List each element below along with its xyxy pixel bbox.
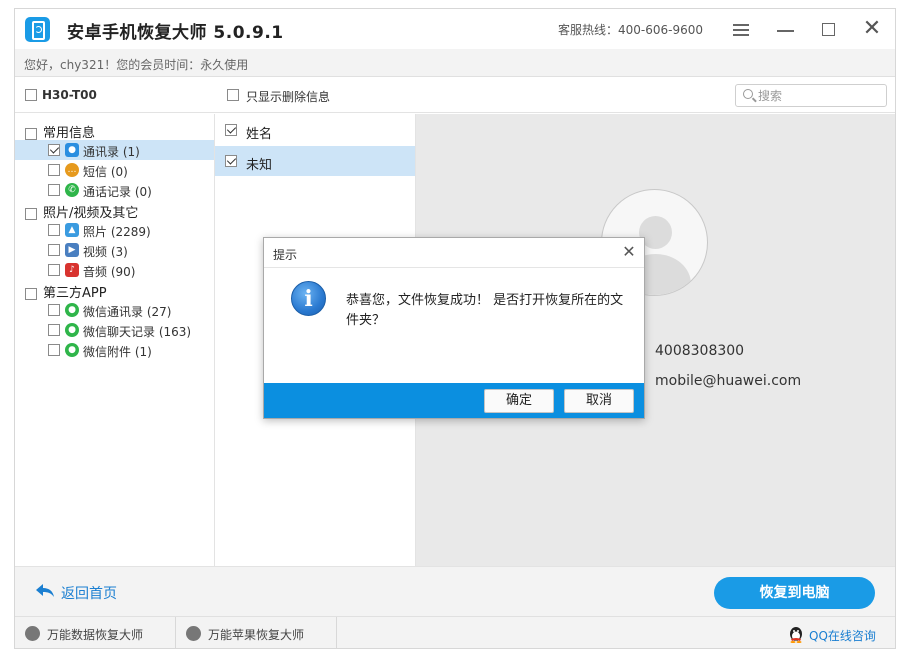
recover-to-pc-button[interactable]: 恢复到电脑 (714, 577, 875, 609)
tree-item-call-log[interactable]: ✆ 通话记录 (0) (15, 180, 214, 200)
contacts-icon: ● (65, 143, 79, 157)
tree-item-wechat-contacts[interactable]: ● 微信通讯录 (27) (15, 300, 214, 320)
tree-item-audio[interactable]: ♪ 音频 (90) (15, 260, 214, 280)
cancel-button[interactable]: 取消 (564, 389, 634, 413)
column-header: 姓名 (246, 127, 273, 142)
qq-penguin-icon (790, 627, 802, 643)
tree-group-media[interactable]: 照片/视频及其它 (25, 202, 138, 222)
item-label: 微信附件 (1) (83, 345, 152, 359)
hotline-text: 客服热线：400-606-9600 (558, 23, 704, 37)
show-deleted-checkbox[interactable] (227, 89, 239, 101)
list-item[interactable]: 未知 (215, 146, 415, 176)
maximize-icon[interactable] (819, 19, 839, 39)
item-checkbox[interactable] (48, 224, 60, 236)
minimize-icon[interactable] (775, 19, 795, 39)
select-all-checkbox[interactable] (225, 124, 237, 136)
group-label: 照片/视频及其它 (43, 206, 139, 221)
item-label: 照片 (2289) (83, 225, 151, 239)
item-label: 音频 (90) (83, 265, 136, 279)
item-checkbox[interactable] (48, 164, 60, 176)
title-bar: 安卓手机恢复大师 5.0.9.1 客服热线：400-606-9600 ✕ (15, 9, 895, 49)
group-checkbox[interactable] (25, 287, 37, 300)
contact-email: mobile@huawei.com (655, 373, 802, 389)
item-label: 微信聊天记录 (163) (83, 325, 192, 339)
photo-icon: ▲ (65, 223, 79, 237)
item-label: 通话记录 (0) (83, 185, 152, 199)
item-label: 通讯录 (1) (83, 145, 140, 159)
item-label: 视频 (3) (83, 245, 128, 259)
device-name: H30-T00 (42, 88, 97, 102)
ok-button[interactable]: 确定 (484, 389, 554, 413)
call-log-icon: ✆ (65, 183, 79, 197)
tree-group-third-party[interactable]: 第三方APP (25, 282, 107, 302)
back-home-label: 返回首页 (61, 586, 117, 602)
footer: 万能数据恢复大师 万能苹果恢复大师 QQ在线咨询 (15, 616, 895, 648)
footer-tab-label: 万能苹果恢复大师 (208, 628, 305, 642)
audio-icon: ♪ (65, 263, 79, 277)
item-checkbox[interactable] (48, 144, 60, 156)
sms-icon: … (65, 163, 79, 177)
tree-group-common[interactable]: 常用信息 (25, 122, 95, 142)
apple-icon (186, 626, 201, 641)
menu-icon[interactable] (731, 19, 751, 39)
wechat-icon: ● (65, 343, 79, 357)
wechat-icon: ● (65, 303, 79, 317)
app-title: 安卓手机恢复大师 5.0.9.1 (67, 23, 284, 43)
search-icon (743, 89, 753, 99)
dialog-footer: 确定 取消 (264, 383, 644, 418)
tree-item-contacts[interactable]: ● 通讯录 (1) (15, 140, 214, 160)
group-label: 第三方APP (43, 286, 107, 301)
item-checkbox[interactable] (48, 344, 60, 356)
dialog-title: 提示 (273, 248, 298, 262)
contact-phone: 4008308300 (655, 343, 745, 359)
tree-item-wechat-chats[interactable]: ● 微信聊天记录 (163) (15, 320, 214, 340)
data-recovery-icon (25, 626, 40, 641)
tree-item-photos[interactable]: ▲ 照片 (2289) (15, 220, 214, 240)
search-input[interactable] (758, 87, 878, 104)
tree-item-sms[interactable]: … 短信 (0) (15, 160, 214, 180)
list-header-name[interactable]: 姓名 (215, 115, 415, 145)
close-icon[interactable]: ✕ (862, 18, 882, 40)
qq-consult-label: QQ在线咨询 (809, 629, 876, 643)
action-bar: 返回首页 恢复到电脑 (15, 566, 895, 616)
group-checkbox[interactable] (25, 207, 37, 220)
item-checkbox[interactable] (48, 304, 60, 316)
member-info: 您好，chy321！您的会员时间：永久使用 (24, 58, 249, 72)
group-checkbox[interactable] (25, 127, 37, 140)
device-checkbox[interactable] (25, 89, 37, 101)
tree-item-wechat-attachments[interactable]: ● 微信附件 (1) (15, 340, 214, 360)
group-label: 常用信息 (43, 126, 96, 141)
info-icon: i (291, 281, 326, 316)
dialog-message: 恭喜您，文件恢复成功！ 是否打开恢复所在的文件夹？ (346, 293, 624, 328)
item-label: 微信通讯录 (27) (83, 305, 172, 319)
item-label: 短信 (0) (83, 165, 128, 179)
footer-tab-label: 万能数据恢复大师 (47, 628, 144, 642)
success-dialog: 提示 ✕ i 恭喜您，文件恢复成功！ 是否打开恢复所在的文件夹？ 确定 取消 (263, 237, 645, 419)
item-checkbox[interactable] (48, 324, 60, 336)
footer-tab-apple-recovery[interactable]: 万能苹果恢复大师 (176, 617, 337, 648)
wechat-icon: ● (65, 323, 79, 337)
item-checkbox[interactable] (48, 244, 60, 256)
dialog-header: 提示 ✕ (264, 238, 644, 268)
footer-tab-data-recovery[interactable]: 万能数据恢复大师 (15, 617, 176, 648)
app-logo-icon (25, 17, 50, 42)
category-tree: 常用信息 ● 通讯录 (1) … 短信 (0) ✆ 通话记录 (0) 照片/视频… (15, 114, 215, 566)
dialog-close-icon[interactable]: ✕ (621, 243, 637, 261)
video-icon: ▶ (65, 243, 79, 257)
tree-item-videos[interactable]: ▶ 视频 (3) (15, 240, 214, 260)
toolbar: H30-T00 只显示删除信息 (15, 78, 895, 113)
contact-name: 未知 (246, 158, 273, 173)
search-box[interactable] (735, 84, 887, 107)
item-checkbox[interactable] (48, 184, 60, 196)
show-deleted-label[interactable]: 只显示删除信息 (246, 88, 330, 105)
member-info-bar: 您好，chy321！您的会员时间：永久使用 (15, 49, 895, 77)
item-checkbox[interactable] (48, 264, 60, 276)
row-checkbox[interactable] (225, 155, 237, 167)
back-arrow-icon (36, 584, 54, 597)
